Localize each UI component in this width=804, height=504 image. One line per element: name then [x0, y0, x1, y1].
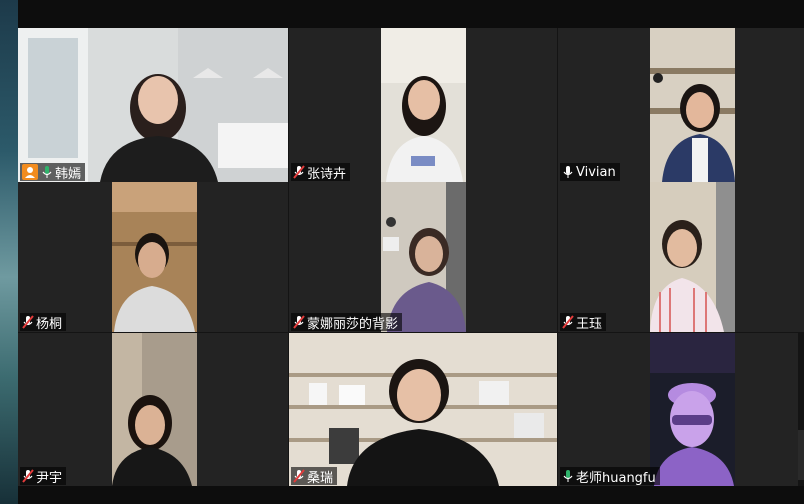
name-tag: 尹宇 [20, 467, 67, 486]
video-tile-wangjue[interactable]: 王珏 [558, 182, 804, 332]
participant-name: Vivian [576, 164, 616, 180]
microphone-icon [562, 165, 574, 179]
participant-video [650, 28, 735, 182]
window-edge [798, 430, 804, 480]
video-tile-huangfu[interactable]: 老师huangfu [558, 333, 798, 486]
name-tag: 王珏 [560, 313, 607, 332]
name-tag: 桑瑞 [291, 467, 338, 486]
microphone-muted-icon [22, 315, 34, 329]
desktop-background-strip [0, 0, 18, 504]
participant-name: 王珏 [576, 316, 603, 332]
name-tag: 张诗卉 [291, 163, 351, 182]
video-tile-yinyu[interactable]: 尹宇 [18, 333, 288, 486]
participant-name: 蒙娜丽莎的背影 [307, 316, 399, 332]
microphone-muted-icon [22, 469, 34, 483]
microphone-icon [562, 469, 574, 483]
participant-name: 尹宇 [36, 470, 63, 486]
participant-name: 张诗卉 [307, 166, 347, 182]
video-tile-hanyan[interactable]: 韩嫣 [18, 28, 288, 182]
name-tag: 韩嫣 [20, 163, 86, 182]
microphone-icon [41, 165, 53, 179]
name-tag: 老师huangfu [560, 467, 660, 486]
video-tile-vivian[interactable]: Vivian [558, 28, 804, 182]
microphone-muted-icon [293, 165, 305, 179]
top-bar [18, 0, 804, 28]
participant-name: 桑瑞 [307, 470, 334, 486]
participant-video [381, 28, 466, 182]
name-tag: Vivian [560, 163, 620, 181]
host-avatar-icon [22, 164, 38, 180]
participant-name: 韩嫣 [55, 166, 82, 182]
participant-name: 老师huangfu [576, 470, 656, 486]
bottom-bar [18, 486, 804, 504]
participant-video [112, 182, 197, 332]
name-tag: 蒙娜丽莎的背影 [291, 313, 403, 332]
microphone-muted-icon [562, 315, 574, 329]
video-tile-sangrui[interactable]: 桑瑞 [289, 333, 557, 486]
participant-video [650, 182, 735, 332]
name-tag: 杨桐 [20, 313, 67, 332]
participant-name: 杨桐 [36, 316, 63, 332]
video-tile-zhangshihui[interactable]: 张诗卉 [289, 28, 557, 182]
participant-video [112, 333, 197, 486]
microphone-muted-icon [293, 315, 305, 329]
participant-video [650, 333, 735, 486]
video-tile-mengnalisha[interactable]: 蒙娜丽莎的背影 [289, 182, 557, 332]
participant-video [289, 333, 557, 486]
video-tile-yangtong[interactable]: 杨桐 [18, 182, 288, 332]
participant-video [381, 182, 466, 332]
participant-video [18, 28, 288, 182]
microphone-muted-icon [293, 469, 305, 483]
